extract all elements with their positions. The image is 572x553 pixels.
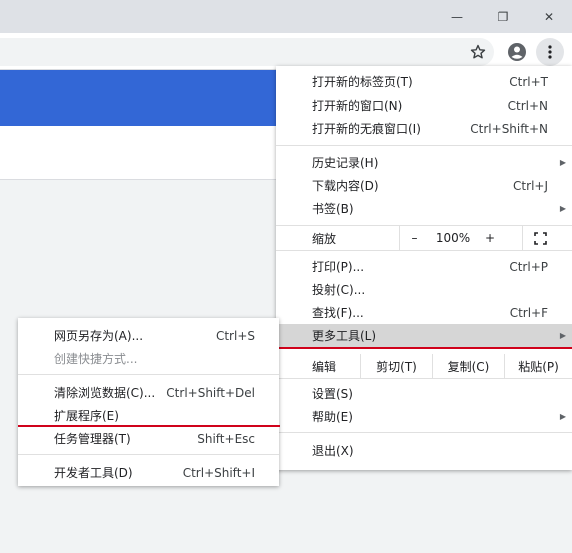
menu-item-cast[interactable]: 投射(C)... (276, 278, 572, 301)
menu-item-label: 网页另存为(A)... (54, 329, 144, 343)
star-icon (470, 44, 486, 59)
minimize-icon: — (451, 9, 463, 24)
menu-item-label: 更多工具(L) (312, 329, 377, 343)
cut-button[interactable]: 剪切(T) (360, 354, 432, 378)
fullscreen-button[interactable] (522, 226, 558, 250)
restore-icon: ❐ (497, 9, 509, 24)
menu-item-label: 开发者工具(D) (54, 466, 133, 480)
submenu-item-save-page[interactable]: 网页另存为(A)... Ctrl+S (18, 324, 279, 347)
address-bar[interactable] (0, 38, 494, 66)
zoom-label: 缩放 (312, 231, 337, 246)
menu-item-new-window[interactable]: 打开新的窗口(N) Ctrl+N (276, 94, 572, 117)
menu-item-help[interactable]: 帮助(E) ▶ (276, 405, 572, 428)
menu-item-find[interactable]: 查找(F)... Ctrl+F (276, 301, 572, 324)
menu-item-shortcut: Ctrl+F (509, 305, 548, 320)
menu-item-history[interactable]: 历史记录(H) ▶ (276, 151, 572, 174)
paste-button[interactable]: 粘贴(P) (504, 354, 572, 378)
paste-label: 粘贴(P) (518, 359, 559, 374)
edit-label: 编辑 (312, 359, 337, 374)
chevron-right-icon: ▶ (559, 331, 566, 340)
menu-item-label: 书签(B) (312, 202, 354, 216)
zoom-in-button[interactable]: + (477, 226, 503, 250)
menu-item-shortcut: Ctrl+Shift+N (470, 121, 548, 136)
plus-icon: + (484, 231, 496, 245)
menu-item-settings[interactable]: 设置(S) (276, 382, 572, 405)
menu-item-label: 打印(P)... (312, 260, 365, 274)
cut-label: 剪切(T) (376, 359, 417, 374)
chevron-right-icon: ▶ (559, 158, 566, 167)
menu-item-label: 投射(C)... (312, 283, 366, 297)
more-tools-underline (276, 347, 572, 349)
menu-item-label: 打开新的标签页(T) (312, 75, 413, 89)
menu-item-label: 退出(X) (312, 444, 354, 458)
zoom-out-button[interactable]: – (399, 226, 429, 250)
minus-icon: – (411, 231, 418, 245)
menu-item-shortcut: Ctrl+Shift+Del (166, 385, 255, 400)
menu-zoom-row: 缩放 – 100% + (276, 226, 572, 250)
menu-item-label: 扩展程序(E) (54, 409, 119, 423)
main-menu-button[interactable] (536, 38, 564, 66)
zoom-value: 100% (429, 226, 477, 250)
menu-item-label: 打开新的窗口(N) (312, 99, 403, 113)
bookmark-star-button[interactable] (464, 38, 492, 66)
account-icon (508, 43, 526, 61)
profile-button[interactable] (503, 38, 531, 66)
title-bar: — ❐ ✕ (0, 0, 572, 33)
menu-separator (18, 374, 279, 375)
menu-item-shortcut: Ctrl+J (513, 178, 548, 193)
menu-item-bookmarks[interactable]: 书签(B) ▶ (276, 197, 572, 220)
menu-item-label: 清除浏览数据(C)... (54, 386, 156, 400)
submenu-item-clear-data[interactable]: 清除浏览数据(C)... Ctrl+Shift+Del (18, 381, 279, 404)
more-tools-submenu: 网页另存为(A)... Ctrl+S 创建快捷方式... 清除浏览数据(C)..… (18, 318, 280, 486)
menu-item-shortcut: Ctrl+Shift+I (182, 465, 255, 480)
zoom-percentage: 100% (435, 231, 471, 245)
submenu-item-create-shortcut[interactable]: 创建快捷方式... (18, 347, 279, 370)
menu-separator (276, 378, 572, 379)
menu-item-label: 下载内容(D) (312, 179, 379, 193)
menu-item-exit[interactable]: 退出(X) (276, 439, 572, 462)
menu-item-label: 任务管理器(T) (54, 432, 131, 446)
menu-separator (276, 250, 572, 251)
close-icon: ✕ (543, 9, 555, 24)
menu-item-print[interactable]: 打印(P)... Ctrl+P (276, 255, 572, 278)
menu-item-shortcut: Ctrl+N (507, 98, 548, 113)
page-header-band (0, 70, 290, 126)
menu-item-label: 查找(F)... (312, 306, 364, 320)
restore-button[interactable]: ❐ (480, 0, 526, 33)
menu-separator (276, 145, 572, 146)
menu-item-more-tools[interactable]: 更多工具(L) ▶ (276, 324, 572, 347)
vertical-dots-icon (548, 45, 552, 59)
menu-item-downloads[interactable]: 下载内容(D) Ctrl+J (276, 174, 572, 197)
copy-button[interactable]: 复制(C) (432, 354, 504, 378)
close-window-button[interactable]: ✕ (526, 0, 572, 33)
submenu-item-dev-tools[interactable]: 开发者工具(D) Ctrl+Shift+I (18, 461, 279, 484)
submenu-item-extensions[interactable]: 扩展程序(E) (18, 404, 279, 427)
chevron-right-icon: ▶ (559, 412, 566, 421)
menu-item-shortcut: Ctrl+T (509, 74, 548, 89)
submenu-item-task-manager[interactable]: 任务管理器(T) Shift+Esc (18, 427, 279, 450)
fullscreen-icon (534, 231, 547, 245)
menu-item-new-incognito[interactable]: 打开新的无痕窗口(I) Ctrl+Shift+N (276, 117, 572, 140)
menu-separator (18, 454, 279, 455)
menu-separator (276, 432, 572, 433)
menu-edit-row: 编辑 剪切(T) 复制(C) 粘贴(P) (276, 354, 572, 378)
page-white-band (0, 126, 290, 180)
chevron-right-icon: ▶ (559, 204, 566, 213)
menu-item-new-tab[interactable]: 打开新的标签页(T) Ctrl+T (276, 70, 572, 93)
menu-item-label: 帮助(E) (312, 410, 353, 424)
menu-item-shortcut: Ctrl+P (509, 259, 548, 274)
menu-item-label: 创建快捷方式... (54, 352, 138, 366)
menu-item-label: 设置(S) (312, 387, 353, 401)
minimize-button[interactable]: — (434, 0, 480, 33)
menu-item-label: 历史记录(H) (312, 156, 379, 170)
copy-label: 复制(C) (447, 359, 490, 374)
menu-item-shortcut: Shift+Esc (197, 431, 255, 446)
menu-item-shortcut: Ctrl+S (215, 328, 255, 343)
menu-item-label: 打开新的无痕窗口(I) (312, 122, 421, 136)
chrome-main-menu: 打开新的标签页(T) Ctrl+T 打开新的窗口(N) Ctrl+N 打开新的无… (276, 66, 572, 470)
